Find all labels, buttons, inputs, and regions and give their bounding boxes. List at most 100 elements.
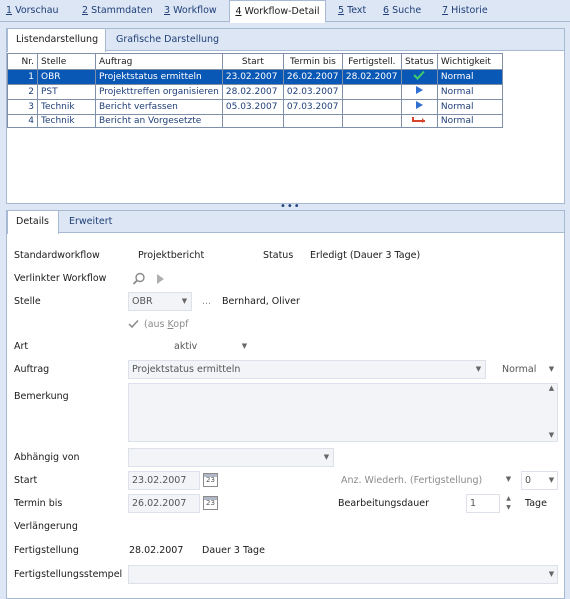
tab-grafische-darstellung[interactable]: Grafische Darstellung [108, 29, 220, 51]
cell-fertig [341, 114, 402, 128]
art-combo[interactable]: aktiv [128, 337, 252, 356]
cell-fertig [341, 84, 402, 100]
cell-start: 05.03.2007 [221, 99, 284, 115]
start-date-input[interactable]: 23.02.2007 [128, 471, 200, 490]
fertigstellungsstempel-combo[interactable] [128, 565, 558, 584]
aus-kopf-suffix: opf [173, 319, 189, 330]
col-header-status[interactable]: Status [400, 53, 438, 70]
start-value: 23.02.2007 [132, 475, 187, 486]
tab-details[interactable]: Details [7, 211, 59, 234]
tab-label: Historie [448, 5, 488, 16]
col-header-nr[interactable]: Nr. [7, 53, 38, 70]
bemerkung-textarea[interactable] [128, 383, 558, 442]
table-row[interactable]: 4 Technik Bericht an Vorgesetzte Normal [7, 114, 503, 128]
cell-termin: 07.03.2007 [282, 99, 343, 115]
chevron-down-icon[interactable]: ▼ [545, 361, 558, 378]
col-header-fertigstell[interactable]: Fertigstell. [341, 53, 402, 70]
stelle-label: Stelle [14, 296, 41, 307]
auftrag-label: Auftrag [14, 364, 50, 375]
chevron-down-icon[interactable]: ▼ [472, 361, 485, 378]
tab-vorschau[interactable]: 1 Vorschau [2, 0, 62, 22]
stepper-up-icon[interactable]: ▲ [502, 494, 515, 503]
wichtigkeit-value: Normal [502, 364, 537, 375]
anz-value: 0 [525, 475, 532, 486]
bearb-value: 1 [470, 498, 477, 509]
cell-auftrag: Bericht verfassen [95, 99, 223, 115]
cell-wichtigkeit: Normal [436, 114, 503, 128]
calendar-day: 23 [206, 476, 215, 484]
stepper-down-icon[interactable]: ▼ [502, 503, 515, 512]
tab-workflow[interactable]: 3 Workflow [160, 0, 220, 22]
tab-suche[interactable]: 6 Suche [379, 0, 425, 22]
cell-wichtigkeit: Normal [436, 99, 503, 115]
tab-text[interactable]: 5 Text [334, 0, 368, 22]
aus-kopf-prefix: (aus [144, 319, 168, 330]
cell-start: 28.02.2007 [221, 84, 284, 100]
search-icon[interactable] [132, 272, 146, 286]
main-tab-strip: 1 Vorschau 2 Stammdaten 3 Workflow 4 Wor… [0, 0, 570, 23]
col-header-wichtigkeit[interactable]: Wichtigkeit [436, 53, 503, 70]
tab-label: Workflow [170, 5, 217, 16]
table-row[interactable]: 3 Technik Bericht verfassen 05.03.2007 0… [7, 99, 503, 115]
tab-historie[interactable]: 7 Historie [438, 0, 488, 22]
tab-stammdaten[interactable]: 2 Stammdaten [78, 0, 153, 22]
chevron-down-icon[interactable]: ▼ [545, 472, 558, 489]
col-header-stelle[interactable]: Stelle [37, 53, 96, 70]
termin-date-input[interactable]: 26.02.2007 [128, 494, 200, 513]
chevron-down-icon[interactable]: ▼ [502, 471, 515, 488]
cell-auftrag: Projektstatus ermitteln [95, 69, 223, 85]
chevron-down-icon[interactable]: ▼ [545, 566, 558, 583]
stelle-picker-button[interactable]: ... [202, 296, 211, 307]
calendar-icon[interactable]: 23 [203, 473, 218, 487]
abhaengig-combo[interactable] [128, 448, 334, 467]
start-label: Start [14, 475, 38, 486]
calendar-icon[interactable]: 23 [203, 496, 218, 510]
col-header-termin-bis[interactable]: Termin bis [282, 53, 343, 70]
workflow-list-panel: Listendarstellung Grafische Darstellung … [6, 28, 565, 204]
check-icon[interactable] [128, 319, 139, 329]
calendar-day: 23 [206, 499, 215, 507]
col-header-auftrag[interactable]: Auftrag [95, 53, 223, 70]
bearbeitungsdauer-label: Bearbeitungsdauer [338, 498, 429, 509]
tab-label: Suche [389, 5, 422, 16]
cell-status [400, 114, 438, 128]
cell-nr: 3 [7, 99, 38, 115]
tab-label: Vorschau [12, 5, 59, 16]
stelle-person: Bernhard, Oliver [222, 296, 300, 307]
scroll-down-icon[interactable]: ▼ [545, 430, 558, 440]
list-view-tabs: Listendarstellung Grafische Darstellung [7, 29, 564, 52]
auftrag-value: Projektstatus ermitteln [132, 364, 241, 375]
tab-label: Text [344, 5, 367, 16]
cell-status [400, 84, 438, 100]
cell-start [221, 114, 284, 128]
tab-erweitert[interactable]: Erweitert [61, 211, 123, 233]
cell-wichtigkeit: Normal [436, 69, 503, 85]
fertigstellung-label: Fertigstellung [14, 545, 79, 556]
play-icon [416, 86, 424, 94]
play-icon[interactable] [155, 273, 165, 285]
splitter-grip-icon[interactable]: ••• [280, 202, 301, 212]
scroll-up-icon[interactable]: ▲ [545, 383, 558, 393]
cell-status [400, 69, 438, 85]
cell-stelle: Technik [37, 114, 96, 128]
cell-termin [282, 114, 343, 128]
grid-header-row: Nr. Stelle Auftrag Start Termin bis Fert… [7, 53, 503, 70]
bearbeitungsdauer-input[interactable]: 1 [466, 494, 500, 513]
aus-kopf-checkbox-label: (aus Kopf [144, 319, 188, 330]
table-row[interactable]: 1 OBR Projektstatus ermitteln 23.02.2007… [7, 69, 503, 85]
fertigstellung-value: 28.02.2007 [129, 545, 184, 556]
col-header-start[interactable]: Start [221, 53, 284, 70]
cell-termin: 26.02.2007 [282, 69, 343, 85]
chevron-down-icon[interactable]: ▼ [320, 449, 333, 466]
tage-label: Tage [525, 498, 547, 509]
auftrag-combo[interactable]: Projektstatus ermitteln [128, 360, 486, 379]
chevron-down-icon[interactable]: ▼ [178, 293, 191, 310]
chevron-down-icon[interactable]: ▼ [238, 338, 251, 355]
tab-label: Workflow-Detail [241, 6, 320, 17]
tab-label: Stammdaten [88, 5, 153, 16]
termin-value: 26.02.2007 [132, 498, 187, 509]
tab-listendarstellung[interactable]: Listendarstellung [7, 29, 106, 52]
fertigstellung-dauer: Dauer 3 Tage [202, 545, 265, 556]
table-row[interactable]: 2 PST Projekttreffen organisieren 28.02.… [7, 84, 503, 100]
tab-workflow-detail[interactable]: 4 Workflow-Detail [229, 0, 326, 23]
